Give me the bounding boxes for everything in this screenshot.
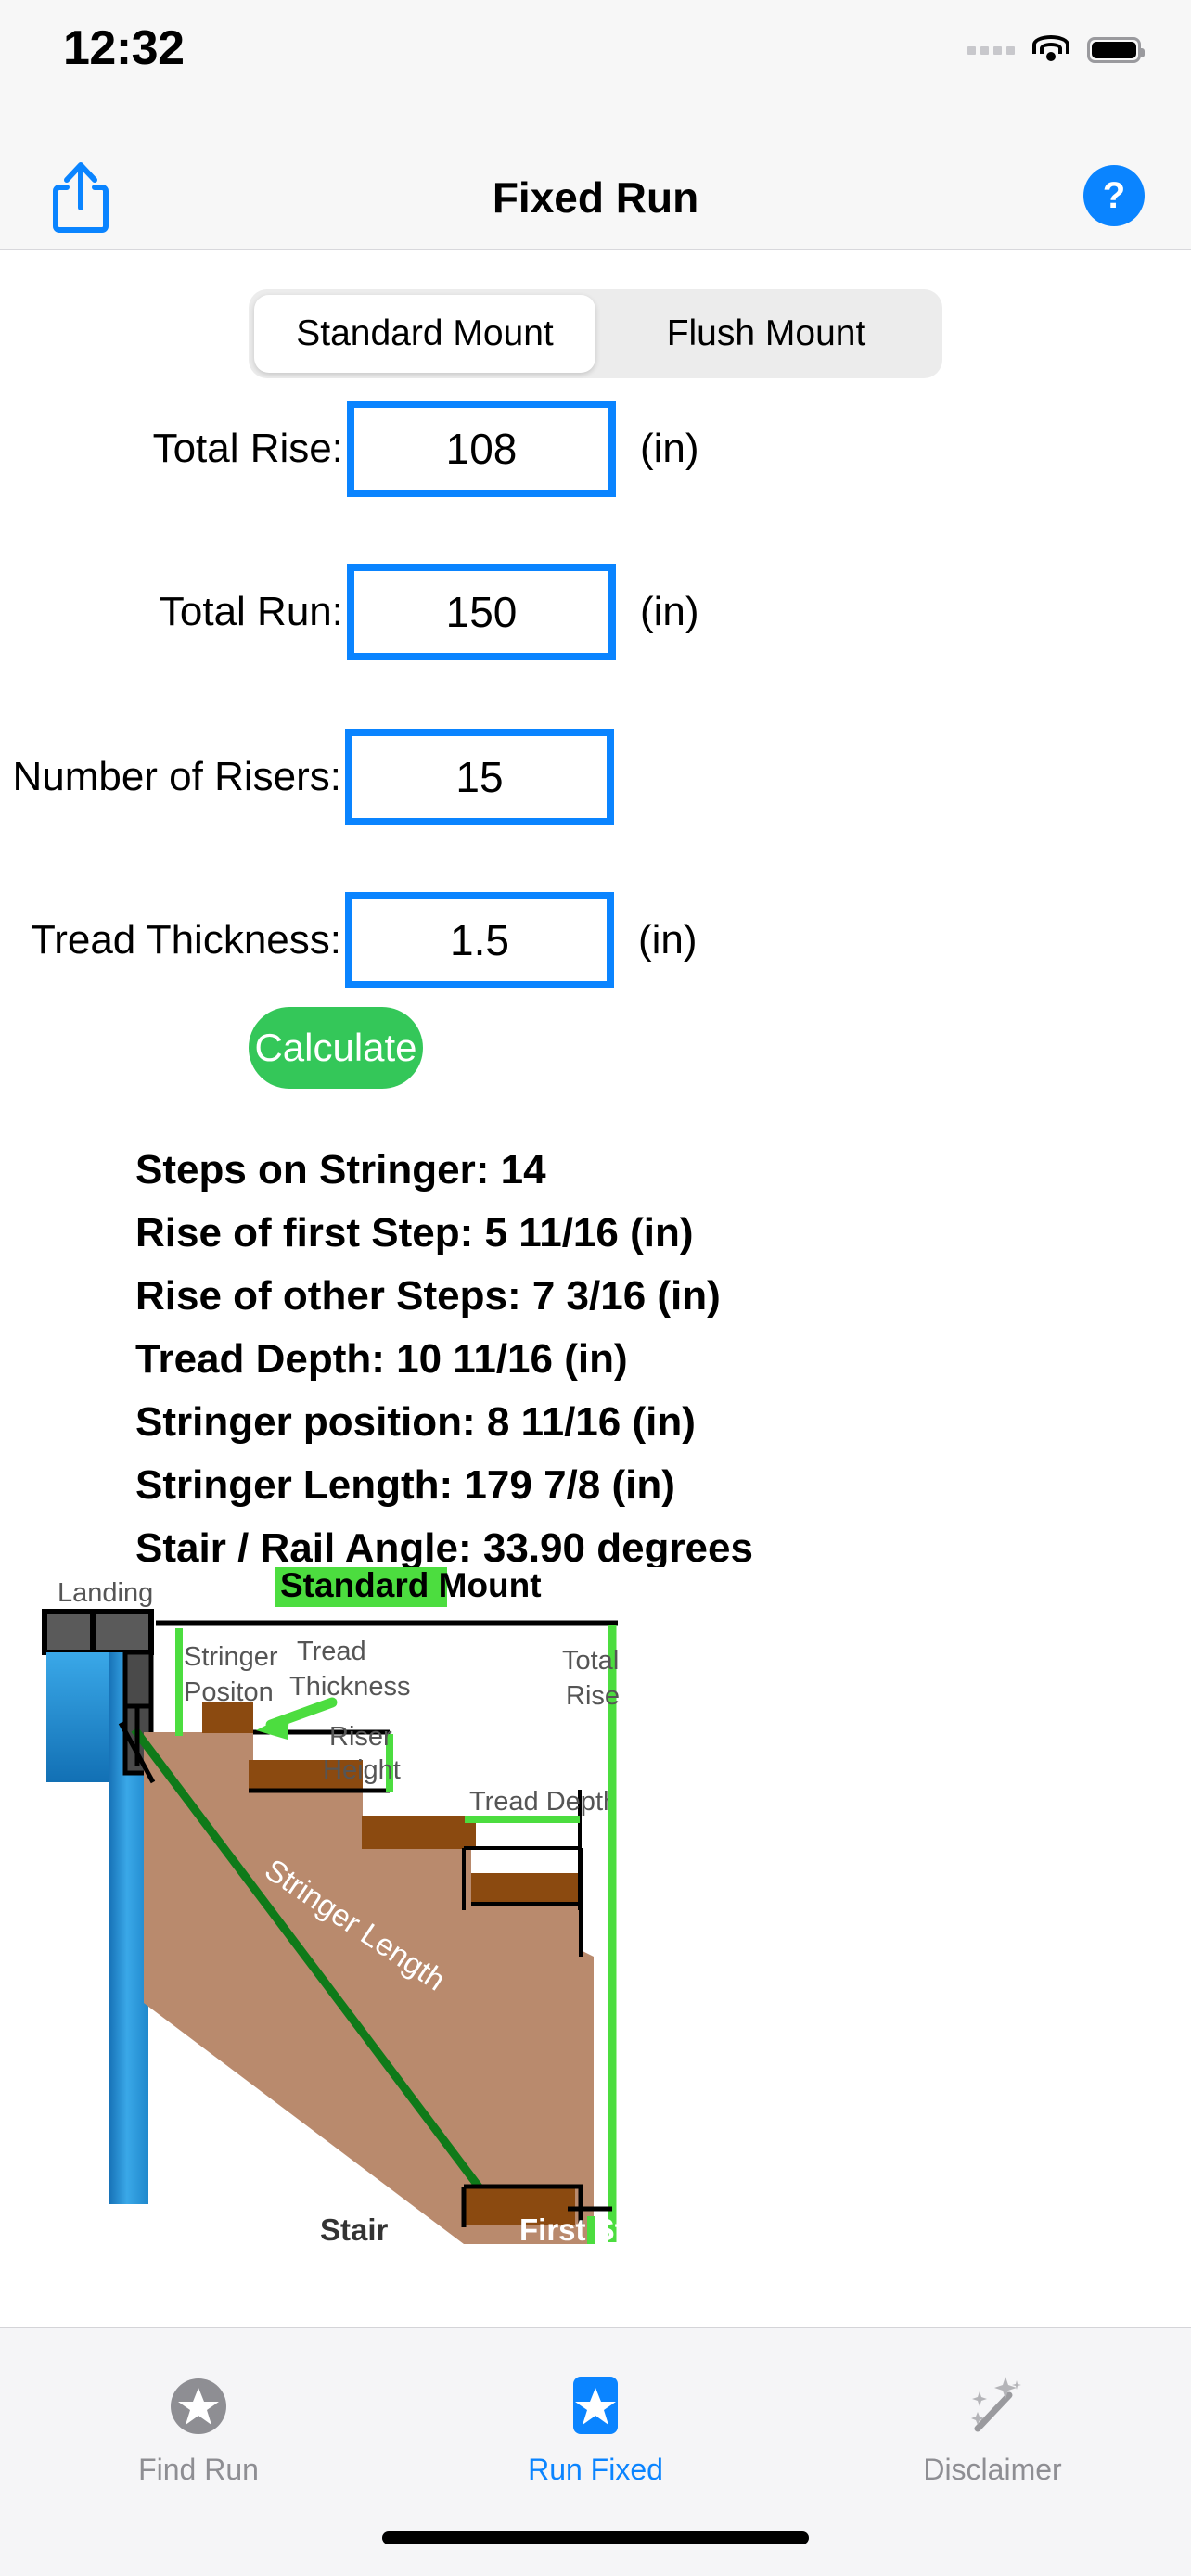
- input-row-number-of-risers: Number of Risers: 15: [0, 729, 1191, 825]
- tread-block-4: [471, 1873, 581, 1904]
- label-tread-thickness-line1: Tread: [297, 1637, 366, 1666]
- result-tread-depth: Tread Depth: 10 11/16 (in): [135, 1336, 628, 1382]
- unit-total-rise: (in): [640, 426, 699, 471]
- calculate-button[interactable]: Calculate: [249, 1007, 423, 1089]
- label-stringer-position-line1: Stringer: [184, 1642, 278, 1672]
- status-time: 12:32: [63, 21, 185, 75]
- signal-dots-icon: [967, 45, 1015, 55]
- label-tread-thickness-line2: Thickness: [289, 1672, 411, 1702]
- input-row-total-rise: Total Rise: 108 (in): [0, 401, 1191, 497]
- label-total-rise-line1: Total: [562, 1646, 619, 1676]
- tab-label-run-fixed: Run Fixed: [528, 2453, 663, 2486]
- input-row-total-run: Total Run: 150 (in): [0, 564, 1191, 660]
- app-screen: 12:32 Fixed Run ? Standard Mount Flush M…: [0, 0, 1191, 2576]
- result-rise-first-step: Rise of first Step: 5 11/16 (in): [135, 1210, 694, 1256]
- results-panel: Steps on Stringer: 14 Rise of first Step…: [135, 1139, 1063, 1580]
- wifi-icon: [1031, 35, 1070, 65]
- status-bar: 12:32: [0, 0, 1191, 141]
- status-indicators: [967, 35, 1145, 65]
- result-stringer-position: Stringer position: 8 11/16 (in): [135, 1399, 696, 1445]
- input-total-run[interactable]: 150: [347, 564, 616, 660]
- label-stair: Stair: [320, 2213, 389, 2244]
- tab-find-run[interactable]: Find Run: [0, 2371, 397, 2487]
- label-riser-height-line1: Riser: [329, 1722, 392, 1752]
- tab-run-fixed[interactable]: Run Fixed: [397, 2371, 794, 2487]
- label-number-of-risers: Number of Risers:: [12, 754, 341, 799]
- label-riser-height-line2: Height: [323, 1755, 401, 1785]
- page-title: Fixed Run: [492, 173, 699, 222]
- star-circle-icon: [163, 2371, 234, 2442]
- tread-block-3: [362, 1816, 476, 1849]
- label-tread-thickness: Tread Thickness:: [30, 917, 341, 963]
- battery-full-icon: [1087, 37, 1145, 63]
- label-total-run: Total Run:: [159, 589, 343, 634]
- tab-label-disclaimer: Disclaimer: [923, 2453, 1062, 2486]
- magic-wand-icon: [957, 2371, 1028, 2442]
- label-landing: Landing: [58, 1578, 153, 1608]
- result-steps-on-stringer: Steps on Stringer: 14: [135, 1147, 546, 1192]
- input-total-rise[interactable]: 108: [347, 401, 616, 497]
- label-total-rise-line2: Rise: [566, 1681, 620, 1711]
- result-stringer-length: Stringer Length: 179 7/8 (in): [135, 1462, 675, 1508]
- star-square-icon: [560, 2371, 631, 2442]
- label-tread-depth: Tread Depth: [469, 1787, 618, 1817]
- input-tread-thickness[interactable]: 1.5: [345, 892, 614, 988]
- input-row-tread-thickness: Tread Thickness: 1.5 (in): [0, 892, 1191, 988]
- result-rise-other-steps: Rise of other Steps: 7 3/16 (in): [135, 1273, 721, 1319]
- segment-standard-mount[interactable]: Standard Mount: [254, 295, 596, 373]
- unit-total-run: (in): [640, 589, 699, 634]
- tab-label-find-run: Find Run: [138, 2453, 259, 2486]
- input-number-of-risers[interactable]: 15: [345, 729, 614, 825]
- home-indicator: [382, 2531, 809, 2544]
- tab-bar: Find Run Run Fixed Disclaimer: [0, 2327, 1191, 2576]
- label-total-rise: Total Rise:: [152, 426, 343, 471]
- mount-type-segmented-control[interactable]: Standard Mount Flush Mount: [249, 289, 942, 378]
- stair-diagram: Standard Mount Landing Stringer Positon …: [0, 1567, 1191, 2244]
- help-button[interactable]: ?: [1083, 165, 1145, 226]
- navigation-bar: Fixed Run ?: [0, 141, 1191, 250]
- label-stringer-position-line2: Positon: [184, 1677, 274, 1707]
- unit-tread-thickness: (in): [638, 917, 698, 963]
- diagram-title: Standard Mount: [280, 1567, 542, 1604]
- segment-flush-mount[interactable]: Flush Mount: [596, 295, 937, 373]
- tab-disclaimer[interactable]: Disclaimer: [794, 2371, 1191, 2487]
